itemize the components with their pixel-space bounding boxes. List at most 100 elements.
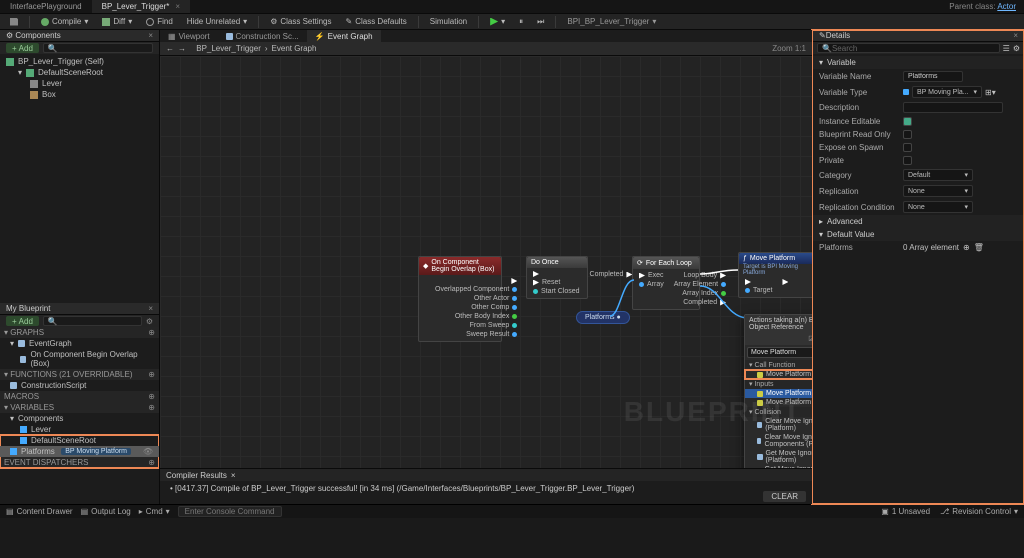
pin[interactable] (639, 282, 644, 287)
section-default-value[interactable]: ▾ Default Value (813, 228, 1024, 241)
add-icon[interactable]: ⊕ (148, 328, 155, 337)
filter-icon[interactable]: ☰ (1003, 44, 1010, 53)
ctx-item-col2[interactable]: Clear Move Ignore Components (Platform) (745, 433, 812, 449)
debug-target-select[interactable]: BPI_BP_Lever_Trigger ▾ (561, 15, 662, 29)
node-move-platform[interactable]: ƒ Move Platform Target is BPI Moving Pla… (738, 252, 812, 298)
add-component-button[interactable]: + Add (6, 43, 39, 53)
diff-button[interactable]: Diff ▾ (96, 15, 138, 29)
clear-button[interactable]: CLEAR (763, 491, 806, 502)
exec-pin[interactable] (511, 278, 517, 284)
event-graph-item[interactable]: ▾ EventGraph (0, 338, 159, 349)
container-icon[interactable]: ⊞▾ (985, 88, 996, 97)
add-icon[interactable]: ⊕ (148, 458, 155, 467)
blueprint-tab[interactable]: BP_Lever_Trigger* × (92, 0, 190, 13)
gear-icon[interactable]: ⚙ (1013, 44, 1020, 53)
play-button[interactable]: ▾ (484, 15, 511, 29)
functions-section[interactable]: ▾ FUNCTIONS (21 OVERRIDABLE)⊕ (0, 369, 159, 380)
pin[interactable] (745, 288, 750, 293)
variable-name-input[interactable] (903, 71, 963, 82)
compiler-results-tab[interactable]: Compiler Results × (160, 469, 812, 481)
macros-section[interactable]: MACROS⊕ (0, 391, 159, 402)
pin[interactable] (721, 282, 726, 287)
save-button[interactable] (4, 15, 24, 29)
crumb-graph[interactable]: Event Graph (272, 44, 317, 53)
context-search-input[interactable] (747, 347, 812, 358)
construction-script-item[interactable]: ConstructionScript (0, 380, 159, 391)
graph-canvas[interactable]: ◆ On Component Begin Overlap (Box) Overl… (160, 56, 812, 468)
pause-button[interactable]: ⏸ (513, 15, 529, 29)
pin[interactable] (512, 323, 517, 328)
simulation-button[interactable]: Simulation (424, 15, 473, 29)
compile-button[interactable]: Compile ▾ (35, 15, 94, 29)
scene-root-row[interactable]: ▾ DefaultSceneRoot (0, 67, 159, 78)
construction-tab[interactable]: Construction Sc... (218, 30, 307, 42)
details-search-input[interactable]: 🔍 Search (817, 43, 1000, 53)
eye-icon[interactable]: 👁 (143, 447, 153, 456)
close-icon[interactable]: × (175, 2, 180, 11)
node-var-platforms[interactable]: Platforms ● (576, 311, 630, 324)
var-default-scene[interactable]: DefaultSceneRoot (0, 435, 159, 446)
graphs-section[interactable]: ▾ GRAPHS⊕ (0, 327, 159, 338)
var-lever[interactable]: Lever (0, 424, 159, 435)
pin[interactable] (721, 291, 726, 296)
components-search[interactable]: 🔍 (43, 43, 153, 53)
nav-back[interactable]: ← (166, 44, 174, 53)
node-foreach[interactable]: ⟳ For Each Loop Exec Array Loop Body Arr… (632, 256, 700, 310)
ctx-item-col3[interactable]: Get Move Ignore Actors (Platform) (745, 449, 812, 465)
crumb-bp[interactable]: BP_Lever_Trigger (196, 44, 261, 53)
event-graph-tab[interactable]: ⚡ Event Graph (307, 30, 381, 42)
parent-class-value[interactable]: Actor (997, 2, 1016, 11)
close-icon[interactable]: × (148, 31, 153, 40)
var-platforms[interactable]: Platforms BP Moving Platform 👁 (0, 446, 159, 457)
node-begin-overlap[interactable]: ◆ On Component Begin Overlap (Box) Overl… (418, 256, 502, 342)
step-button[interactable]: ⏭ (531, 15, 550, 29)
map-tab[interactable]: InterfacePlayground (0, 0, 92, 13)
my-blueprint-search[interactable]: 🔍 (43, 316, 142, 326)
output-log-button[interactable]: ▤ Output Log (81, 507, 131, 516)
class-settings-button[interactable]: ⚙ Class Settings (264, 15, 337, 29)
close-icon[interactable]: × (1013, 31, 1018, 40)
find-button[interactable]: Find (140, 15, 179, 29)
content-drawer-button[interactable]: ▤ Content Drawer (6, 507, 73, 516)
ctx-cat-inputs[interactable]: ▾ Inputs (745, 379, 812, 389)
gear-icon[interactable]: ⚙ (146, 317, 153, 326)
components-var-cat[interactable]: ▾ Components (0, 413, 159, 424)
add-icon[interactable]: ⊕ (148, 392, 155, 401)
my-blueprint-tab[interactable]: My Blueprint × (0, 303, 159, 315)
pin[interactable] (533, 289, 538, 294)
rep-condition-select[interactable]: None▾ (903, 201, 973, 213)
event-overlap-item[interactable]: On Component Begin Overlap (Box) (0, 349, 159, 369)
replication-select[interactable]: None▾ (903, 185, 973, 197)
lever-component-row[interactable]: Lever (0, 78, 159, 89)
readonly-checkbox[interactable] (903, 130, 912, 139)
instance-editable-checkbox[interactable] (903, 117, 912, 126)
pin[interactable] (512, 332, 517, 337)
ctx-item-col4[interactable]: Get Move Ignore Components (Platform) (745, 465, 812, 468)
ctx-cat-callfunction[interactable]: ▾ Call Function (745, 360, 812, 370)
close-icon[interactable]: × (231, 471, 236, 480)
hide-unrelated-button[interactable]: Hide Unrelated ▾ (181, 15, 253, 29)
pin[interactable] (512, 314, 517, 319)
viewport-tab[interactable]: ▦ Viewport (160, 30, 218, 42)
description-input[interactable] (903, 102, 1003, 113)
exec-pin[interactable] (782, 279, 788, 285)
clear-array-icon[interactable]: 🗑 (974, 243, 984, 252)
pin[interactable] (512, 296, 517, 301)
ctx-item-move-platform[interactable]: Move Platform (745, 370, 812, 379)
console-input[interactable]: Enter Console Command (178, 506, 282, 517)
box-component-row[interactable]: Box (0, 89, 159, 100)
nav-fwd[interactable]: → (178, 44, 186, 53)
category-select[interactable]: Default▾ (903, 169, 973, 181)
event-dispatchers-section[interactable]: EVENT DISPATCHERS⊕ (0, 457, 159, 468)
self-row[interactable]: BP_Lever_Trigger (Self) (0, 56, 159, 67)
section-variable[interactable]: ▾ Variable (813, 56, 1024, 69)
exec-pin[interactable] (533, 280, 539, 286)
private-checkbox[interactable] (903, 156, 912, 165)
exec-pin[interactable] (639, 273, 645, 279)
variables-section[interactable]: ▾ VARIABLES⊕ (0, 402, 159, 413)
node-do-once[interactable]: Do Once Reset Start Closed Completed (526, 256, 588, 299)
exec-pin[interactable] (533, 271, 539, 277)
components-tab[interactable]: ⚙ Components × (0, 30, 159, 42)
context-sensitive-toggle[interactable]: ☑ Context Sensitive (808, 335, 812, 343)
pin[interactable] (512, 287, 517, 292)
